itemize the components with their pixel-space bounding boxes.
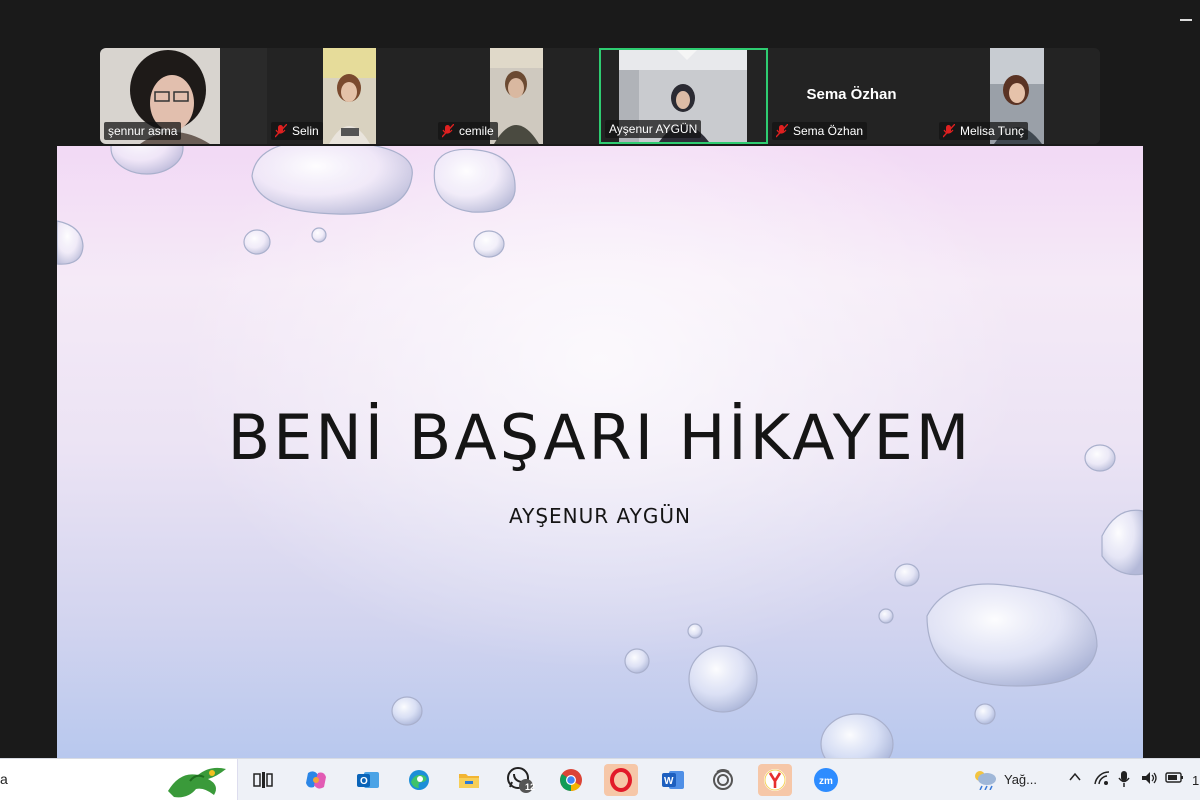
microphone-icon[interactable] [1117,770,1131,791]
outlook-icon[interactable]: O [351,764,385,796]
svg-text:zm: zm [819,776,833,787]
participant-name-tag: Sema Özhan [772,122,868,140]
search-input-text: a [0,771,8,787]
participant-name-tag: şennur asma [104,122,182,140]
chrome-browser-icon[interactable] [554,764,588,796]
clock-partial[interactable]: 1 [1192,773,1199,788]
rain-cloud-icon [975,771,996,790]
taskbar-search-box[interactable]: a [0,759,238,800]
participant-tile-6[interactable]: Melisa Tunç [935,48,1100,144]
participant-name-tag: Selin [271,122,323,140]
participant-tile-2[interactable]: Selin [267,48,434,144]
participant-name-tag: cemile [438,122,498,140]
mic-muted-icon [274,123,288,138]
participant-name-tag: Melisa Tunç [939,122,1029,140]
search-highlight-bird-icon [168,767,226,798]
weather-widget[interactable]: Yağ... [972,768,1037,790]
speaker-volume-icon[interactable] [1140,770,1158,789]
participant-tile-4-active-speaker[interactable]: Ayşenur AYGÜN [599,48,768,144]
word-icon[interactable]: W [656,764,690,796]
opera-browser-icon[interactable] [604,764,638,796]
battery-icon[interactable] [1165,770,1185,787]
participant-video-3 [490,48,543,144]
svg-text:W: W [664,776,674,787]
svg-text:O: O [360,776,368,787]
minimize-icon[interactable] [1180,19,1192,21]
whatsapp-unread-badge: 12 [525,782,536,792]
zoom-meeting-window: şennur asma Selin cemile Ayşenur AYGÜN S… [0,0,1200,800]
participant-tile-3[interactable]: cemile [434,48,601,144]
edge-browser-icon[interactable] [402,764,436,796]
mic-muted-icon [942,123,956,138]
participant-tile-5[interactable]: Sema Özhan Sema Özhan [768,48,935,144]
weather-text: Yağ... [1004,771,1038,787]
windows-taskbar: a O 12 W zm Yağ... 1 [0,758,1200,800]
file-explorer-icon[interactable] [452,764,486,796]
slide-title: BENİ BAŞARI HİKAYEM [227,401,973,474]
participant-video-off-name: Sema Özhan [806,86,897,103]
wifi-icon[interactable] [1093,770,1111,789]
mic-muted-icon [441,123,455,138]
ring-app-icon[interactable] [706,764,740,796]
slide-subtitle: AYŞENUR AYGÜN [509,504,691,528]
shared-presentation-slide: BENİ BAŞARI HİKAYEM AYŞENUR AYGÜN [57,146,1143,758]
participant-video-2 [323,48,376,144]
participant-name-tag: Ayşenur AYGÜN [605,120,702,138]
show-hidden-icons-chevron-icon[interactable] [1068,770,1082,787]
participant-strip: şennur asma Selin cemile Ayşenur AYGÜN S… [100,48,1100,144]
copilot-icon[interactable] [299,764,333,796]
task-view-icon[interactable] [246,764,280,796]
participant-tile-1[interactable]: şennur asma [100,48,267,144]
mic-muted-icon [775,123,789,138]
whatsapp-icon[interactable]: 12 [503,764,537,796]
yandex-browser-icon[interactable] [758,764,792,796]
zoom-app-icon[interactable]: zm [809,764,843,796]
